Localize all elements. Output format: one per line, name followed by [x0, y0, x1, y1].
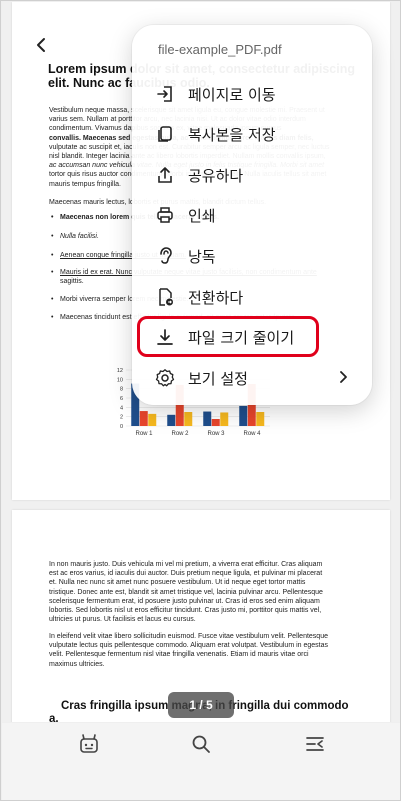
chevron-right-icon	[338, 369, 348, 388]
menu-item-label: 페이지로 이동	[188, 85, 276, 104]
chart-bar	[167, 414, 176, 426]
menu-item-label: 인쇄	[188, 206, 216, 225]
chart-bar	[203, 411, 212, 426]
document-paragraph: In non mauris justo. Duis vehicula mi ve…	[49, 560, 353, 624]
text-line: tristique. Donec ante est, blandit sit a…	[49, 588, 323, 596]
back-button[interactable]	[30, 34, 52, 56]
chart-y-tick-label: 10	[117, 377, 123, 383]
menu-item-read-aloud[interactable]: 낭독	[132, 236, 372, 276]
share-icon	[154, 164, 176, 186]
chart-bar	[211, 419, 220, 426]
app-frame: Lorem ipsum dolor sit amet, consectetur …	[0, 0, 401, 801]
menu-item-convert[interactable]: 전환하다	[132, 277, 372, 317]
chevron-left-icon	[37, 38, 45, 52]
menu-item-label: 전환하다	[188, 288, 244, 307]
chart-y-tick-label: 2	[120, 415, 123, 421]
chart-x-tick-label: Row 1	[135, 431, 153, 437]
menu-item-label: 보기 설정	[188, 369, 248, 388]
outline-icon	[306, 737, 324, 751]
chart-y-tick-label: 4	[120, 405, 123, 411]
chart-x-tick-label: Row 4	[243, 431, 261, 437]
menu-item-label: 낭독	[188, 247, 216, 266]
text-line: scelerisque fermentum erat, id posuere j…	[49, 597, 320, 605]
menu-item-label: 공유하다	[188, 166, 244, 185]
go-to-page-icon	[154, 83, 176, 105]
list-item: Nulla facilisi.	[51, 233, 99, 240]
text-line: velit. Pellentesque fermentum nisl vitae…	[49, 651, 309, 659]
ai-assistant-button[interactable]	[76, 731, 102, 757]
menu-item-label: 복사본을 저장	[188, 125, 276, 144]
chart-y-tick-label: 0	[120, 424, 123, 430]
read-aloud-icon	[154, 245, 176, 267]
chart-bar	[139, 411, 148, 426]
chart-bar	[256, 412, 265, 426]
page-indicator: 1 / 5	[168, 692, 234, 718]
highlight-box	[137, 316, 319, 357]
print-icon	[154, 204, 176, 226]
text-line: vulputate lectus quis pellentesque commo…	[49, 642, 328, 650]
text-line: In eleifend velit vitae libero sollicitu…	[49, 633, 328, 640]
text-line: lobortis. Sed lobortis nisl ut eros effi…	[49, 607, 322, 615]
menu-item-save-copy[interactable]: 복사본을 저장	[132, 114, 372, 154]
text-line: maximus ultricies.	[49, 660, 105, 668]
menu-item-view-settings[interactable]: 보기 설정	[132, 358, 372, 398]
chart-bar	[184, 412, 193, 426]
text-line: est ac eros varius, id iaculis dui aucto…	[49, 570, 323, 578]
chart-y-tick-label: 6	[120, 396, 123, 402]
text-line: et. Nulla nec nunc sit amet nunc posuere…	[49, 579, 306, 587]
menu-item-print[interactable]: 인쇄	[132, 195, 372, 235]
convert-icon	[154, 286, 176, 308]
search-button[interactable]	[188, 731, 214, 757]
copy-icon	[154, 123, 176, 145]
chart-x-tick-label: Row 2	[171, 431, 189, 437]
chart-x-tick-label: Row 3	[207, 431, 225, 437]
menu-file-name: file-example_PDF.pdf	[158, 42, 282, 57]
menu-item-share[interactable]: 공유하다	[132, 155, 372, 195]
menu-item-go-to-page[interactable]: 페이지로 이동	[132, 74, 372, 114]
text-line: ultricies ut purus. Ut facilisis et lacu…	[49, 616, 196, 624]
document-paragraph: In eleifend velit vitae libero sollicitu…	[49, 632, 353, 669]
search-icon	[192, 735, 210, 753]
bottom-toolbar	[2, 723, 400, 800]
chart-y-tick-label: 12	[117, 368, 123, 374]
settings-icon	[154, 367, 176, 389]
text-line: In non mauris justo. Duis vehicula mi ve…	[49, 561, 323, 568]
chart-bar	[239, 405, 248, 426]
ai-assistant-icon	[80, 734, 98, 753]
outline-button[interactable]	[302, 731, 328, 757]
chart-y-tick-label: 8	[120, 387, 123, 393]
chart-bar	[148, 413, 157, 426]
list-item-continuation: sagittis.	[60, 278, 84, 285]
chart-bar	[220, 412, 229, 426]
